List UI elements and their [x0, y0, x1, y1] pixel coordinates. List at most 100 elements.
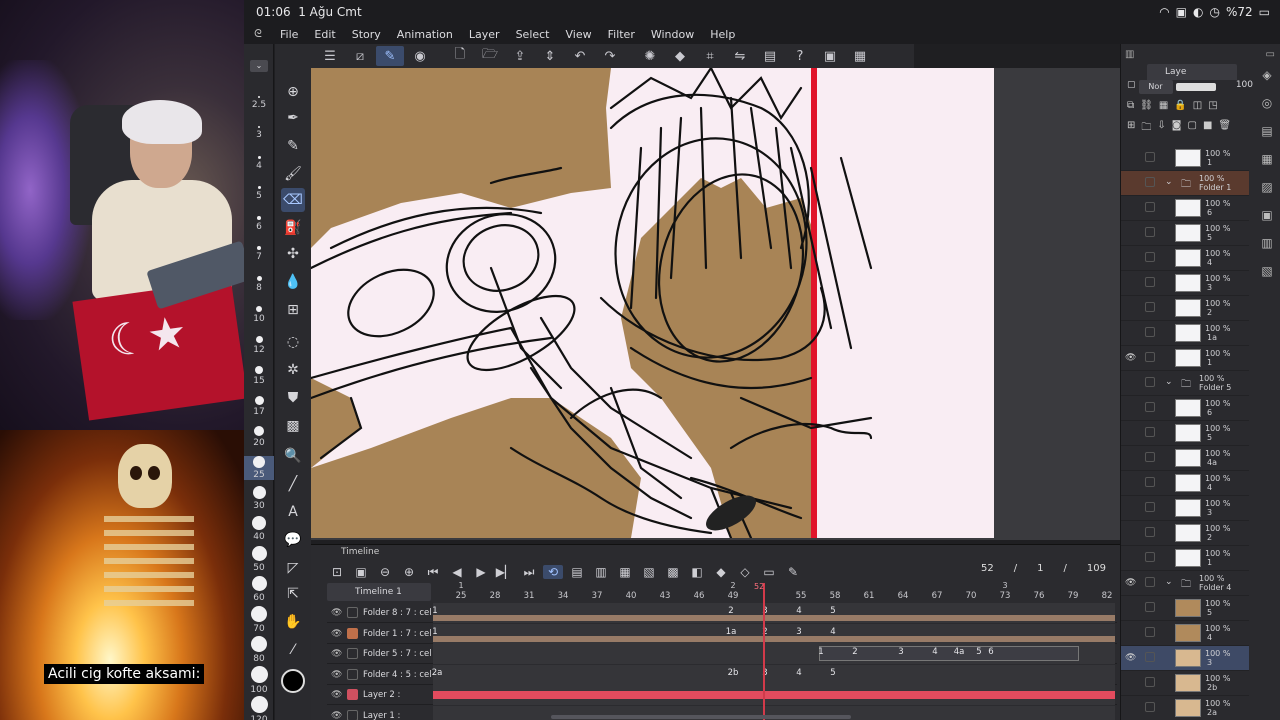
brush-size-40[interactable]: 40	[244, 516, 274, 542]
layer-lock-toggle[interactable]	[1145, 552, 1155, 562]
reference-icon[interactable]: ⛓	[1140, 100, 1153, 116]
layer-panel-icon[interactable]: ◈	[1262, 68, 1271, 82]
collapse-panel-icon[interactable]: ▭	[1266, 49, 1275, 60]
mask-solid-icon[interactable]: ■	[1203, 120, 1212, 136]
layer-lock-toggle[interactable]	[1145, 502, 1155, 512]
new-folder-icon[interactable]: 🗀	[1141, 120, 1151, 136]
layer-folder-row[interactable]: ⌄ 🗀 100 % Folder 1	[1121, 171, 1249, 196]
brush-size-3[interactable]: 3	[244, 126, 274, 140]
layer-row[interactable]: 100 % 2	[1121, 296, 1249, 321]
layer-lock-toggle[interactable]	[1145, 177, 1155, 187]
brush-size-30[interactable]: 30	[244, 486, 274, 511]
layer-row[interactable]: 👁 100 % 3	[1121, 646, 1249, 671]
layer-lock-toggle[interactable]	[1145, 477, 1155, 487]
cel-label[interactable]: 1	[432, 627, 437, 637]
zoom-in-icon[interactable]: ⊕	[399, 565, 419, 579]
object-select-icon[interactable]: ⇱	[281, 582, 305, 606]
chevron-down-icon[interactable]: ⌄	[1165, 377, 1173, 387]
pencil-icon[interactable]: ✎	[281, 134, 305, 158]
track-visibility-icon[interactable]: 👁	[331, 629, 342, 639]
layer-lock-toggle[interactable]	[1145, 327, 1155, 337]
lock-icon[interactable]: 🔒	[1174, 100, 1186, 116]
menu-edit[interactable]: Edit	[306, 28, 343, 41]
start-frame[interactable]: 1	[1037, 563, 1043, 574]
pencil-edit-icon[interactable]: ✎	[783, 565, 803, 579]
updown-icon[interactable]: ⇕	[536, 46, 564, 66]
brush-size-80[interactable]: 80	[244, 636, 274, 664]
frame-icon[interactable]: ◸	[281, 556, 305, 580]
brush-size-17[interactable]: 17	[244, 396, 274, 417]
chevron-down-icon[interactable]: ⌄	[1165, 177, 1173, 187]
new-anim-layer-icon[interactable]: ▥	[591, 565, 611, 579]
cel-label[interactable]: 3	[796, 627, 801, 637]
visibility-eye-icon[interactable]: 👁	[1125, 353, 1136, 363]
opacity-value[interactable]: 100	[1233, 80, 1253, 98]
layer-lock-toggle[interactable]	[1145, 652, 1155, 662]
layer-lock-toggle[interactable]	[1145, 252, 1155, 262]
timeline-track-row[interactable]: 👁 Folder 1 : 7 : cel 1 1a 2 3 4	[327, 623, 1117, 644]
brush-size-10[interactable]: 10	[244, 306, 274, 324]
brush-size-15[interactable]: 15	[244, 366, 274, 386]
brush-icon[interactable]: 🖌	[281, 162, 305, 186]
timeline-settings-icon[interactable]: ▣	[351, 565, 371, 579]
grid-icon[interactable]: ▦	[846, 46, 874, 66]
layer-row[interactable]: 100 % 4a	[1121, 446, 1249, 471]
track-frames[interactable]	[433, 685, 1115, 705]
gradient-icon[interactable]: ▩	[281, 414, 305, 438]
new-cel-icon[interactable]: ▦	[615, 565, 635, 579]
brush-list-icon[interactable]: ▦	[1261, 152, 1272, 166]
camera-icon[interactable]: ▭	[759, 565, 779, 579]
fill-bucket-icon[interactable]: ⛊	[281, 386, 305, 410]
layer-row[interactable]: 👁 100 % 1	[1121, 346, 1249, 371]
cel-label[interactable]: 1	[818, 647, 823, 657]
cel-label[interactable]: 4	[796, 668, 801, 678]
app-logo-icon[interactable]: ᘓ	[244, 27, 272, 41]
menu-window[interactable]: Window	[643, 28, 702, 41]
layer-lock-toggle[interactable]	[1145, 277, 1155, 287]
timeline-track-row[interactable]: 👁 Folder 8 : 7 : cel 1 2 3 4 5	[327, 603, 1117, 623]
grid-tool-icon[interactable]: ⊞	[281, 298, 305, 322]
menu-story[interactable]: Story	[344, 28, 389, 41]
navigator-icon[interactable]: ▣	[1261, 208, 1272, 222]
new-anim-folder-icon[interactable]: ▤	[567, 565, 587, 579]
track-lock-toggle[interactable]	[347, 689, 358, 700]
brush-size-50[interactable]: 50	[244, 546, 274, 573]
cel-label[interactable]: 2a	[432, 668, 443, 678]
end-frame[interactable]: 109	[1087, 563, 1106, 574]
info-icon[interactable]: ▥	[1261, 236, 1272, 250]
layer-lock-toggle[interactable]	[1145, 352, 1155, 362]
cel-label[interactable]: 6	[988, 647, 993, 657]
layer-row[interactable]: 100 % 4	[1121, 246, 1249, 271]
layer-row[interactable]: 100 % 4	[1121, 471, 1249, 496]
brush-size-8[interactable]: 8	[244, 276, 274, 293]
layer-row[interactable]: 100 % 5	[1121, 221, 1249, 246]
timeline-track-row[interactable]: 👁 Folder 4 : 5 : cel 2a 2b 3 4 5	[327, 664, 1117, 685]
decoration-icon[interactable]: ✣	[281, 242, 305, 266]
chevron-down-icon[interactable]: ⌄	[250, 60, 268, 72]
cel-label[interactable]: 5	[830, 606, 835, 616]
cel-label[interactable]: 2b	[728, 668, 739, 678]
drawing-canvas[interactable]	[311, 68, 994, 538]
timeline-scrollbar[interactable]	[551, 715, 851, 719]
brush-size-100[interactable]: 100	[244, 666, 274, 695]
track-visibility-icon[interactable]: 👁	[331, 670, 342, 680]
layer-row[interactable]: 100 % 1a	[1121, 321, 1249, 346]
track-lock-toggle[interactable]	[347, 648, 358, 659]
cel-label[interactable]: 4a	[954, 647, 965, 657]
clip-icon[interactable]: ⧉	[1127, 100, 1134, 116]
balloon-icon[interactable]: 💬	[281, 528, 305, 552]
layer-lock-toggle[interactable]	[1145, 152, 1155, 162]
brush-size-5[interactable]: 5	[244, 186, 274, 201]
layer-lock-toggle[interactable]	[1145, 627, 1155, 637]
layer-lock-toggle[interactable]	[1145, 302, 1155, 312]
eyedropper-icon[interactable]: ⁄	[281, 638, 305, 662]
layer-row[interactable]: 100 % 3	[1121, 271, 1249, 296]
blend-mode-select[interactable]: Nor	[1138, 80, 1173, 94]
new-layer-icon[interactable]: ⊞	[1127, 120, 1135, 136]
layer-row[interactable]: 100 % 6	[1121, 396, 1249, 421]
cel-range-box[interactable]	[819, 646, 1079, 661]
zoom-out-icon[interactable]: ⊖	[375, 565, 395, 579]
loop-icon[interactable]: ⟲	[543, 565, 563, 579]
new-file-icon[interactable]: 🗋	[446, 46, 474, 66]
first-frame-icon[interactable]: ⏮	[423, 565, 443, 580]
